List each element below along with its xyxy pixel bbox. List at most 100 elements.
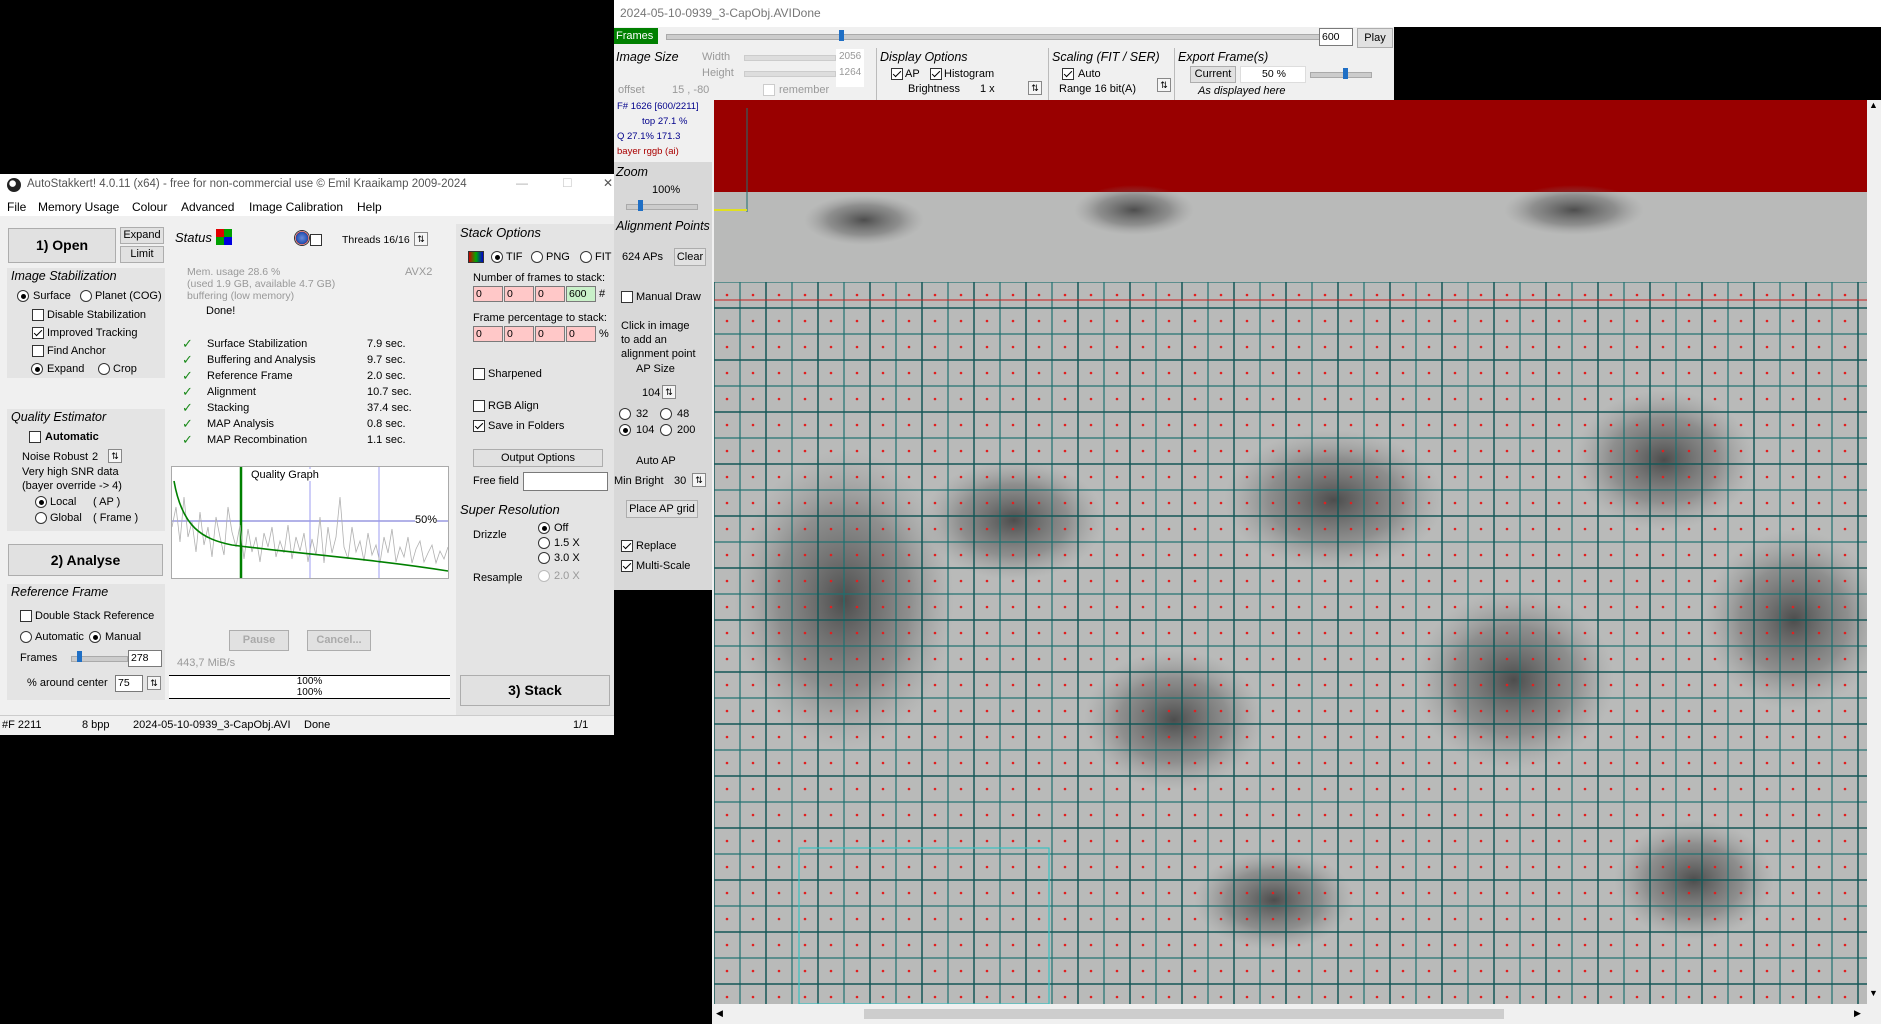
find-anchor-checkbox[interactable]: [32, 345, 44, 357]
ap-size-200-radio[interactable]: [660, 424, 672, 436]
menu-advanced[interactable]: Advanced: [181, 200, 234, 214]
minimize-icon[interactable]: —: [516, 176, 528, 190]
rgb-align-checkbox[interactable]: [473, 400, 485, 412]
viewer-title-status: Done: [792, 6, 821, 20]
drizzle-30-radio[interactable]: [538, 552, 550, 564]
fit-radio[interactable]: [580, 251, 592, 263]
expand-radio[interactable]: [31, 363, 43, 375]
frame-pct-2[interactable]: 0: [504, 326, 534, 342]
frames-slider[interactable]: [666, 34, 1324, 40]
reference-frames-input[interactable]: 278: [128, 650, 162, 667]
min-bright-label: Min Bright: [614, 475, 664, 487]
close-icon[interactable]: ✕: [603, 176, 613, 190]
maximize-icon[interactable]: ☐: [562, 176, 573, 190]
save-in-folders-checkbox[interactable]: [473, 420, 485, 432]
fit-label: FIT: [595, 251, 612, 263]
drizzle-off-radio[interactable]: [538, 522, 550, 534]
frame-pct-4[interactable]: 0: [566, 326, 596, 342]
horizontal-scrollbar[interactable]: ◀ ▶: [714, 1004, 1867, 1024]
menu-memory-usage[interactable]: Memory Usage: [38, 200, 119, 214]
histogram-checkbox[interactable]: [930, 68, 942, 80]
multiscale-checkbox[interactable]: [621, 560, 633, 572]
planet-radio[interactable]: [80, 290, 92, 302]
analyse-button[interactable]: 2) Analyse: [8, 544, 163, 576]
play-button[interactable]: Play: [1357, 28, 1393, 48]
height-slider[interactable]: [744, 71, 836, 77]
frame-pct-1[interactable]: 0: [473, 326, 503, 342]
clear-aps-button[interactable]: Clear: [674, 248, 706, 266]
improved-tracking-checkbox[interactable]: [32, 327, 44, 339]
scroll-right-icon[interactable]: ▶: [1854, 1008, 1861, 1019]
replace-checkbox[interactable]: [621, 540, 633, 552]
automatic-quality-checkbox[interactable]: [29, 431, 41, 443]
surface-radio[interactable]: [17, 290, 29, 302]
menu-help[interactable]: Help: [357, 200, 382, 214]
resample-20-radio[interactable]: [538, 570, 550, 582]
place-ap-grid-button[interactable]: Place AP grid: [626, 500, 698, 518]
panel-divider: [1174, 48, 1175, 100]
png-radio[interactable]: [531, 251, 543, 263]
alignment-image[interactable]: [714, 100, 1867, 1004]
globe-checkbox[interactable]: [310, 234, 322, 246]
ap-size-48-radio[interactable]: [660, 408, 672, 420]
range-spinner[interactable]: ⇅: [1157, 78, 1171, 92]
around-center-spinner[interactable]: ⇅: [147, 676, 161, 690]
frame-info-line3: Q 27.1% 171.3: [617, 131, 681, 142]
double-stack-checkbox[interactable]: [20, 610, 32, 622]
scroll-down-icon[interactable]: ▼: [1869, 988, 1878, 998]
frames-slider-thumb[interactable]: [839, 30, 844, 41]
menu-image-calibration[interactable]: Image Calibration: [249, 200, 343, 214]
crop-radio[interactable]: [98, 363, 110, 375]
sharpened-checkbox[interactable]: [473, 368, 485, 380]
vertical-scrollbar[interactable]: ▲ ▼: [1867, 100, 1881, 1004]
cancel-button[interactable]: Cancel...: [307, 630, 371, 651]
frames-value-input[interactable]: 600: [1319, 28, 1353, 46]
disable-stabilization-checkbox[interactable]: [32, 309, 44, 321]
menu-colour[interactable]: Colour: [132, 200, 167, 214]
ap-size-104-radio[interactable]: [619, 424, 631, 436]
frames-to-stack-2[interactable]: 0: [504, 286, 534, 302]
reference-manual-radio[interactable]: [89, 631, 101, 643]
zoom-slider[interactable]: [626, 204, 698, 210]
drizzle-15-radio[interactable]: [538, 537, 550, 549]
scroll-left-icon[interactable]: ◀: [716, 1008, 723, 1019]
min-bright-spinner[interactable]: ⇅: [692, 473, 706, 487]
export-slider[interactable]: [1310, 72, 1372, 78]
global-frame-radio[interactable]: [35, 512, 47, 524]
around-center-input[interactable]: 75: [115, 675, 143, 692]
reference-frames-slider-thumb[interactable]: [77, 651, 82, 662]
pause-button[interactable]: Pause: [229, 630, 289, 651]
menu-file[interactable]: File: [7, 200, 26, 214]
limit-button[interactable]: Limit: [120, 246, 164, 263]
export-slider-thumb[interactable]: [1343, 68, 1348, 79]
noise-robust-spinner[interactable]: ⇅: [108, 449, 122, 463]
free-field-input[interactable]: [523, 472, 608, 491]
width-slider[interactable]: [744, 55, 836, 61]
frames-to-stack-4[interactable]: 600: [566, 286, 596, 302]
tif-radio[interactable]: [491, 251, 503, 263]
local-ap-radio[interactable]: [35, 496, 47, 508]
ap-size-32-radio[interactable]: [619, 408, 631, 420]
horizontal-scroll-thumb[interactable]: [864, 1009, 1504, 1019]
frame-pct-3[interactable]: 0: [535, 326, 565, 342]
stack-button[interactable]: 3) Stack: [460, 675, 610, 706]
zoom-slider-thumb[interactable]: [638, 200, 643, 211]
output-options-button[interactable]: Output Options: [473, 449, 603, 467]
frames-to-stack-3[interactable]: 0: [535, 286, 565, 302]
export-current-button[interactable]: Current: [1190, 66, 1236, 83]
rgb-align-label: RGB Align: [488, 400, 539, 412]
expand-button[interactable]: Expand: [120, 227, 164, 244]
remember-checkbox[interactable]: [763, 84, 775, 96]
scroll-up-icon[interactable]: ▲: [1869, 100, 1878, 110]
ap-checkbox[interactable]: [891, 68, 903, 80]
frames-to-stack-1[interactable]: 0: [473, 286, 503, 302]
manual-draw-checkbox[interactable]: [621, 291, 633, 303]
brightness-spinner[interactable]: ⇅: [1028, 81, 1042, 95]
reference-automatic-radio[interactable]: [20, 631, 32, 643]
open-button[interactable]: 1) Open: [8, 228, 116, 263]
threads-spinner[interactable]: ⇅: [414, 232, 428, 246]
image-canvas[interactable]: [714, 100, 1867, 1004]
auto-scaling-checkbox[interactable]: [1062, 68, 1074, 80]
export-percent-field[interactable]: 50 %: [1240, 66, 1306, 83]
ap-size-spinner[interactable]: ⇅: [662, 385, 676, 399]
